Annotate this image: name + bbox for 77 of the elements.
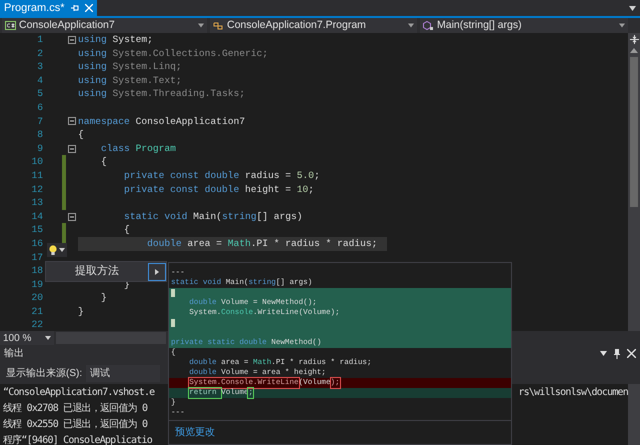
code-line: using System.Linq; — [78, 60, 182, 74]
line-number: 3 — [36, 60, 43, 74]
output-line: 线程 0x2708 已退出，返回值为 0 — [3, 402, 148, 416]
code-line: { — [100, 155, 107, 169]
line-number: 16 — [30, 236, 43, 250]
code-line: using System.Collections.Generic; — [78, 46, 268, 60]
line-number: 17 — [30, 250, 43, 264]
code-line: private const double height = 10; — [123, 182, 314, 196]
line-number: 7 — [36, 114, 43, 128]
navigation-dropdown[interactable]: ConsoleApplication7.Program — [210, 18, 417, 33]
lightbulb-icon — [49, 244, 57, 256]
close-icon[interactable] — [627, 349, 636, 358]
code-line: } — [100, 291, 107, 305]
line-number: 1 — [36, 33, 43, 47]
class-icon — [213, 21, 224, 30]
line-number: 6 — [36, 100, 43, 115]
line-number: 18 — [30, 264, 43, 278]
output-line: 线程 0x2550 已退出，返回值为 0 — [3, 418, 148, 432]
line-number: 5 — [36, 87, 43, 101]
scroll-up-icon[interactable] — [630, 48, 638, 53]
zoom-dropdown[interactable]: 100 % — [0, 331, 54, 345]
code-line: } — [78, 304, 84, 318]
line-number: 13 — [30, 196, 43, 210]
vertical-scrollbar[interactable] — [628, 384, 640, 445]
code-line: using System.Text; — [78, 74, 182, 88]
line-number: 21 — [30, 304, 43, 318]
caret-icon[interactable] — [59, 248, 65, 252]
line-number: 4 — [36, 74, 43, 88]
line-number: 10 — [30, 155, 43, 169]
code-line: { — [78, 128, 84, 142]
code-line: namespace ConsoleApplication7 — [78, 114, 245, 128]
horizontal-scrollbar[interactable] — [56, 332, 166, 344]
line-number: 22 — [30, 318, 43, 332]
line-number: 8 — [36, 128, 43, 142]
panel-title: 输出 — [4, 346, 24, 361]
collapse-icon[interactable] — [68, 117, 76, 126]
line-number: 15 — [30, 223, 43, 237]
navigation-dropdown[interactable]: ConsoleApplication7 — [2, 18, 207, 33]
code-line: private const double radius = 5.0; — [123, 168, 320, 183]
pin-icon[interactable] — [70, 4, 79, 12]
line-number: 2 — [36, 46, 43, 60]
output-source-label: 显示输出来源(S): — [6, 366, 82, 380]
scrollbar-thumb[interactable] — [630, 57, 638, 207]
line-number: 14 — [30, 210, 43, 224]
method-icon — [423, 20, 434, 30]
caret-icon[interactable] — [198, 23, 204, 28]
line-number: 9 — [36, 142, 43, 156]
caret-icon[interactable] — [45, 336, 51, 340]
split-icon[interactable] — [630, 35, 638, 44]
panel-menu-icon[interactable] — [600, 351, 607, 356]
lightbulb-button[interactable] — [47, 243, 67, 257]
project-icon — [5, 21, 16, 30]
code-line: using System.Threading.Tasks; — [78, 87, 245, 101]
pin-icon[interactable] — [613, 348, 621, 358]
collapse-icon[interactable] — [68, 144, 76, 153]
output-line: 程序“[9460] ConsoleApplicatio — [3, 434, 152, 445]
code-line: using System; — [78, 33, 153, 47]
preview-changes-link[interactable]: 预览更改 — [175, 425, 215, 440]
navigation-dropdown[interactable]: Main(string[] args) — [420, 18, 628, 33]
tab-list-dropdown-icon[interactable] — [629, 6, 636, 10]
line-number: 12 — [30, 182, 43, 196]
vertical-scrollbar[interactable] — [628, 33, 640, 331]
output-source-dropdown[interactable]: 调试 — [86, 364, 160, 382]
output-line: “ConsoleApplication7.vshost.e — [3, 386, 154, 400]
code-line: static void Main(string[] args) — [123, 210, 303, 224]
line-number: 19 — [30, 278, 43, 292]
collapse-icon[interactable] — [68, 212, 76, 221]
caret-icon[interactable] — [619, 23, 625, 28]
line-number: 11 — [30, 168, 43, 183]
quick-action-item[interactable]: 提取方法 — [46, 262, 166, 281]
code-line: { — [123, 223, 130, 237]
collapse-icon[interactable] — [68, 36, 76, 44]
code-line: class Program — [100, 142, 176, 156]
caret-icon[interactable] — [408, 23, 414, 28]
line-number: 20 — [30, 291, 43, 305]
output-line: rs\willsonlsw\documen — [518, 386, 628, 400]
document-tab[interactable]: Program.cs* — [0, 0, 97, 16]
